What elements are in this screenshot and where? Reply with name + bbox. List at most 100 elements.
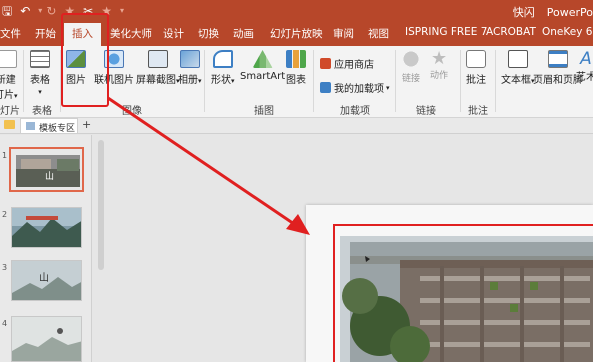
group-divider (23, 50, 24, 112)
smartart-icon (252, 50, 273, 68)
template-icon (26, 122, 35, 130)
chart-button[interactable]: 图表 (286, 50, 306, 86)
save-icon[interactable]: 🖫 (2, 3, 12, 19)
screenshot-label: 屏幕截图 (136, 75, 176, 86)
my-addins-label: 我的加载项 (334, 84, 384, 95)
user-name[interactable]: 快闪 (513, 6, 535, 19)
photo-album-icon (179, 50, 200, 68)
screenshot-icon (147, 50, 168, 68)
group-label-images: 图像 (122, 106, 142, 117)
group-label-addins: 加载项 (340, 106, 370, 117)
group-label-comments: 批注 (468, 106, 488, 117)
slide-thumbnail-1[interactable]: 山 (9, 147, 84, 192)
group-divider (313, 50, 314, 112)
tab-home[interactable]: 开始 (35, 26, 56, 41)
album-label: 相册 (178, 75, 198, 86)
slide-thumbnail-4[interactable] (11, 316, 82, 362)
tab-acrobat[interactable]: ACROBAT (486, 26, 536, 38)
add-tab-button[interactable]: + (82, 118, 91, 131)
my-addins-button[interactable]: 我的加载项 ▾ (320, 80, 390, 95)
chevron-down-icon[interactable]: ▾ (38, 3, 42, 19)
comment-button[interactable]: 批注 (466, 50, 486, 86)
action-label: 动作 (430, 71, 449, 81)
tab-file[interactable]: 文件 (0, 26, 21, 41)
table-icon (30, 50, 50, 68)
tab-beautify-master[interactable]: 美化大师 (110, 26, 152, 41)
group-divider (460, 50, 461, 112)
document-tab-bar: 模板专区 + (0, 118, 593, 134)
svg-text:山: 山 (39, 272, 49, 284)
slide-thumbnail-image: 山 (12, 261, 81, 300)
wordart-icon: A (580, 49, 592, 69)
tab-review[interactable]: 审阅 (333, 26, 354, 41)
highlight-box (61, 13, 109, 107)
new-slide-label-top: 新建 (0, 75, 16, 86)
screenshot-button[interactable]: 屏幕截图▾ (136, 50, 180, 86)
group-divider (395, 50, 396, 112)
app-store-button[interactable]: 应用商店 (320, 56, 374, 71)
slide-thumbnail-3[interactable]: 山 (11, 260, 82, 301)
vertical-scrollbar[interactable] (98, 140, 104, 270)
slide-highlight-box (333, 224, 593, 362)
header-footer-icon (548, 50, 568, 68)
svg-text:山: 山 (45, 171, 54, 182)
slide-number: 3 (2, 263, 8, 272)
album-button[interactable]: 相册▾ (178, 50, 202, 86)
chevron-down-icon[interactable]: ▾ (120, 3, 124, 19)
new-slide-icon (0, 50, 17, 68)
tab-animations[interactable]: 动画 (233, 26, 254, 41)
link-button[interactable]: 链接 (401, 50, 421, 84)
tab-design[interactable]: 设计 (163, 26, 184, 41)
undo-icon[interactable]: ↶ (20, 3, 30, 19)
group-label-slides: 灯片 (0, 106, 20, 117)
smartart-label: SmartArt (240, 71, 286, 82)
wordart-label: 艺术 (576, 72, 593, 83)
comment-label: 批注 (466, 75, 486, 86)
new-slide-button[interactable]: 新建 灯片▾ (0, 50, 18, 101)
group-label-links: 链接 (416, 106, 436, 117)
tab-slideshow[interactable]: 幻灯片放映 (270, 26, 323, 41)
bar-chart-icon (286, 50, 306, 68)
star-action-icon: ★ (430, 48, 448, 69)
tab-transitions[interactable]: 切换 (198, 26, 219, 41)
chart-label: 图表 (286, 75, 306, 86)
wordart-button[interactable]: A 艺术 (576, 50, 593, 83)
group-divider (204, 50, 205, 112)
group-label-illustrations: 插图 (254, 106, 274, 117)
folder-icon[interactable] (4, 120, 15, 129)
slide-number: 4 (2, 319, 8, 328)
slide-thumbnail-2[interactable] (11, 207, 82, 248)
action-button[interactable]: ★ 动作 (430, 48, 449, 82)
textbox-icon (507, 50, 528, 68)
tab-view[interactable]: 视图 (368, 26, 389, 41)
slide-number: 1 (2, 151, 8, 160)
slide-thumbnail-panel: 1 山 2 3 山 4 (0, 135, 92, 362)
tab-ispring[interactable]: ISPRING FREE 7 (405, 26, 487, 38)
group-divider (495, 50, 496, 112)
comment-icon (466, 50, 486, 68)
group-label-tables: 表格 (32, 106, 52, 117)
table-button[interactable]: 表格 ▾ (30, 50, 50, 97)
app-store-label: 应用商店 (334, 60, 374, 71)
tab-onekey[interactable]: OneKey 6 (542, 26, 592, 38)
slide-thumbnail-image (12, 317, 81, 361)
addins-icon (320, 82, 331, 93)
shapes-icon (212, 50, 233, 68)
app-name: PowerPo (546, 6, 593, 19)
new-slide-label-bottom: 灯片 (0, 90, 14, 101)
window-title: 快闪 PowerPo (513, 4, 593, 20)
shapes-button[interactable]: 形状▾ (211, 50, 235, 86)
redo-icon[interactable]: ↻ (46, 3, 56, 19)
slide-thumbnail-image (12, 208, 81, 247)
store-icon (320, 58, 331, 69)
table-label: 表格 (30, 75, 50, 86)
link-label: 链接 (401, 74, 420, 84)
document-tab-template-zone[interactable]: 模板专区 (20, 118, 78, 134)
globe-link-icon (401, 50, 421, 68)
smartart-button[interactable]: SmartArt (240, 50, 285, 82)
slide-number: 2 (2, 210, 8, 219)
slide-thumbnail-image: 山 (11, 149, 82, 190)
document-tab-label: 模板专区 (39, 124, 76, 134)
textbox-label: 文本框 (501, 75, 531, 86)
textbox-button[interactable]: 文本框▾ (501, 50, 535, 86)
